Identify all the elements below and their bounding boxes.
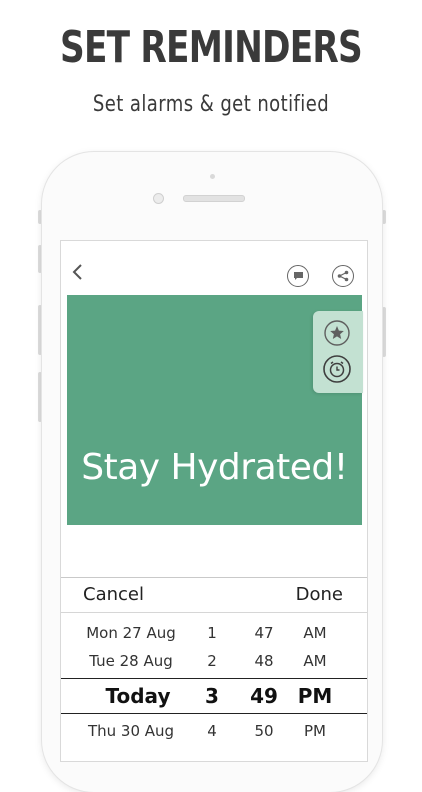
- picker-row[interactable]: Thu 30 Aug 4 50 PM: [61, 718, 367, 746]
- picker-minute: 50: [254, 722, 274, 740]
- phone-sensor: [210, 174, 215, 179]
- share-icon: [337, 270, 349, 282]
- chevron-left-icon: [72, 264, 82, 280]
- picker-minute: 48: [254, 652, 274, 670]
- picker-ampm: PM: [304, 722, 326, 740]
- picker-ampm: AM: [303, 624, 327, 642]
- phone-side-button: [382, 210, 386, 224]
- comment-button[interactable]: [287, 265, 309, 287]
- picker-row[interactable]: Mon 27 Aug 1 47 AM: [61, 620, 367, 648]
- alarm-clock-icon: [323, 355, 351, 383]
- cancel-button[interactable]: Cancel: [83, 584, 144, 605]
- date-time-picker[interactable]: Cancel Done Mon 27 Aug 1 47 AM Tue 28 Au…: [61, 577, 367, 761]
- headline: SET REMINDERS: [60, 22, 363, 73]
- picker-date: Thu 30 Aug: [87, 722, 175, 740]
- picker-hour: 3: [205, 684, 219, 708]
- picker-row[interactable]: Tue 28 Aug 2 48 AM: [61, 648, 367, 676]
- picker-minute: 49: [250, 684, 278, 708]
- back-button[interactable]: [71, 263, 83, 286]
- card-action-panel: [313, 311, 363, 393]
- picker-hour: 4: [207, 722, 217, 740]
- app-screen: Stay Hydrated! Cancel Done Mon 27 Aug 1 …: [60, 240, 368, 762]
- reminder-card[interactable]: Stay Hydrated!: [67, 295, 363, 525]
- star-icon: [324, 320, 350, 346]
- picker-ampm: AM: [303, 652, 327, 670]
- phone-speaker: [183, 195, 245, 202]
- picker-date: Mon 27 Aug: [86, 624, 176, 642]
- picker-hour: 1: [207, 624, 217, 642]
- subheadline: Set alarms & get notified: [92, 92, 330, 117]
- card-text: Stay Hydrated!: [81, 447, 348, 488]
- done-button[interactable]: Done: [296, 584, 343, 605]
- chat-bubble-icon: [293, 272, 303, 280]
- picker-ampm: PM: [297, 684, 333, 708]
- picker-date: Tue 28 Aug: [89, 652, 173, 670]
- favorite-button[interactable]: [323, 319, 351, 347]
- phone-side-button: [382, 307, 386, 357]
- share-button[interactable]: [332, 265, 354, 287]
- picker-hour: 2: [207, 652, 217, 670]
- phone-camera: [153, 193, 164, 204]
- picker-toolbar: Cancel Done: [61, 578, 367, 613]
- picker-row-selected[interactable]: Today 3 49 PM: [61, 678, 367, 714]
- picker-minute: 47: [254, 624, 274, 642]
- alarm-button[interactable]: [323, 355, 351, 383]
- picker-date: Today: [105, 684, 171, 708]
